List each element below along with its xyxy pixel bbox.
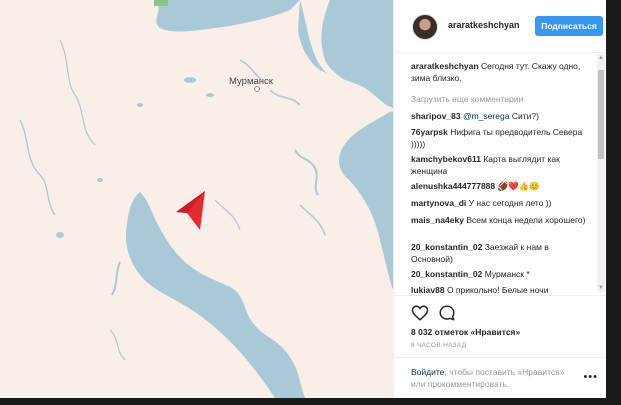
- scrollbar-thumb[interactable]: [598, 70, 604, 159]
- login-text-mid: , чтобы поставить «Нравится»: [444, 367, 565, 377]
- comment-author[interactable]: sharipov_83: [411, 111, 461, 121]
- scroll-up-icon[interactable]: ▲: [597, 54, 605, 62]
- comment-item: lukiav88 О прикольно! Белые ночи: [411, 284, 586, 295]
- comment-author[interactable]: 20_konstantin_02: [411, 269, 482, 279]
- avatar[interactable]: [412, 14, 438, 40]
- comment-text: 🏈❤️👍😊: [497, 181, 540, 191]
- ellipsis-icon[interactable]: •••: [583, 371, 598, 383]
- comment-author[interactable]: alenushka444777888: [411, 181, 495, 191]
- comment-item: sharipov_83 @m_serega Сити?): [411, 110, 586, 122]
- comment-item: 20_konstantin_02 Заезжай к нам в Основно…: [411, 241, 586, 265]
- login-text-end: или прокомментировать.: [411, 379, 510, 389]
- comment-text: О прикольно! Белые ночи: [446, 285, 549, 295]
- caption: araratkeshchyan Сегодня тут. Скажу одно,…: [411, 60, 586, 84]
- comment-text: Всем конца недели хорошего): [466, 215, 586, 225]
- login-text: Войдите, чтобы поставить «Нравится» или …: [411, 366, 581, 390]
- comment-author[interactable]: lukiav88: [411, 285, 445, 295]
- caption-author[interactable]: araratkeshchyan: [411, 61, 479, 71]
- heart-icon[interactable]: [411, 304, 429, 322]
- speech-bubble-icon[interactable]: [438, 304, 456, 322]
- scroll-down-icon[interactable]: ▼: [597, 284, 605, 292]
- author-username[interactable]: araratkeshchyan: [448, 20, 520, 30]
- post-dialog: Мурманск araratkeshchyan Подписаться ara…: [0, 0, 606, 398]
- post-actions: 8 032 отметок «Нравится» 8 ЧАСОВ НАЗАД В…: [394, 295, 606, 396]
- comment-author[interactable]: kamchybekov611: [411, 154, 481, 164]
- comment-author[interactable]: 20_konstantin_02: [411, 242, 482, 252]
- map-graphic: Мурманск: [0, 0, 393, 398]
- follow-button[interactable]: Подписаться: [535, 16, 603, 36]
- comment-author[interactable]: martynova_di: [411, 198, 466, 208]
- comment-item: mais_na4eky Всем конца недели хорошего): [411, 214, 586, 226]
- comment-item: martynova_di У нас сегодня лето )): [411, 197, 586, 209]
- post-header: araratkeshchyan Подписаться: [394, 0, 606, 53]
- comments-scrollbar[interactable]: ▲ ▼: [597, 54, 605, 292]
- comment-item: kamchybekov611 Карта выглядит как женщин…: [411, 153, 586, 177]
- post-timestamp: 8 ЧАСОВ НАЗАД: [411, 342, 467, 349]
- comment-author[interactable]: mais_na4eky: [411, 215, 464, 225]
- city-label: Мурманск: [229, 76, 274, 87]
- likes-count[interactable]: 8 032 отметок «Нравится»: [411, 327, 520, 337]
- comment-author[interactable]: 76yarpsk: [411, 127, 448, 137]
- comment-item: 20_konstantin_02 Мурманск *: [411, 268, 586, 280]
- comments-list[interactable]: araratkeshchyan Сегодня тут. Скажу одно,…: [394, 52, 606, 295]
- comment-item: alenushka444777888 🏈❤️👍😊: [411, 180, 586, 192]
- login-link[interactable]: Войдите: [411, 367, 444, 377]
- comment-text: Сити?): [511, 111, 539, 121]
- comment-mention[interactable]: @m_serega: [463, 111, 509, 121]
- comment-item: 76yarpsk Нифига ты предводитель Севера )…: [411, 126, 586, 150]
- comment-text: Мурманск *: [484, 269, 530, 279]
- city-dot: [254, 86, 260, 92]
- post-photo-map[interactable]: Мурманск: [0, 0, 393, 398]
- comment-text: У нас сегодня лето )): [468, 198, 552, 208]
- post-sidebar: araratkeshchyan Подписаться araratkeshch…: [393, 0, 606, 398]
- load-more-comments-link[interactable]: Загрузить еще комментарии: [411, 94, 523, 104]
- login-prompt: Войдите, чтобы поставить «Нравится» или …: [394, 357, 606, 396]
